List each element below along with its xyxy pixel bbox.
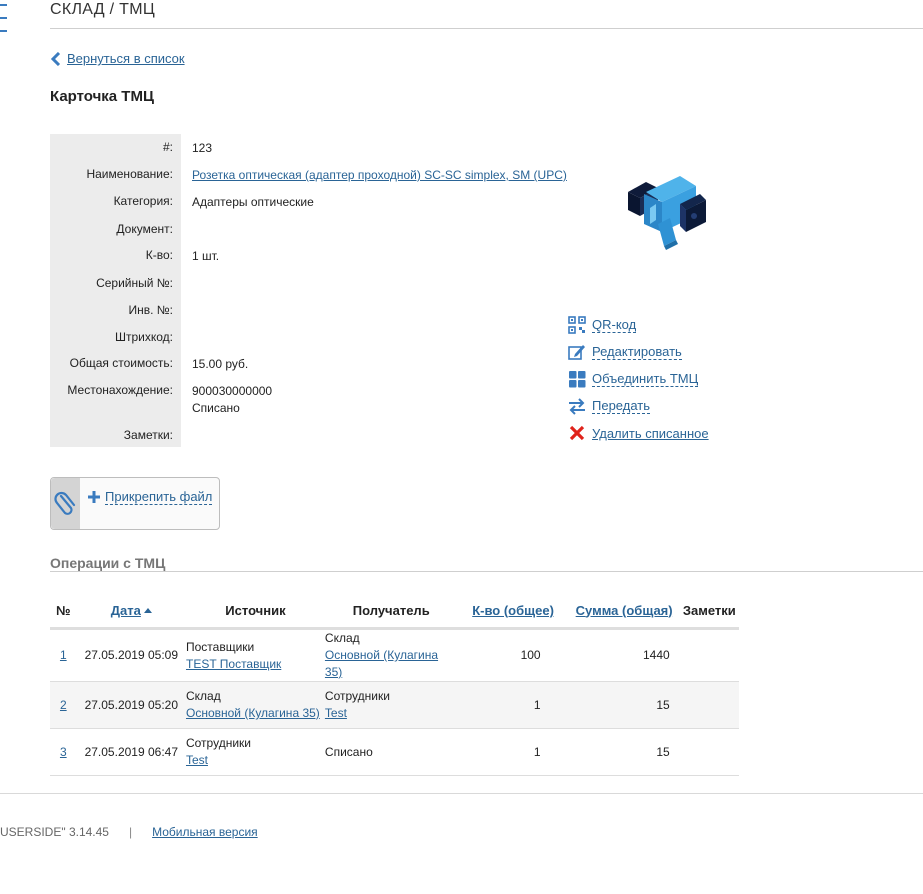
sort-asc-icon [143,607,152,613]
delete-icon [569,425,585,441]
item-name-link[interactable]: Розетка оптическая (адаптер проходной) S… [192,167,572,184]
operations-table: № Дата Источник Получатель К-во (общее) … [50,593,739,776]
edit-icon [568,345,585,360]
card-title: Карточка ТМЦ [50,88,154,105]
source-type: Поставщики [185,639,255,654]
col-receiver: Получатель [324,593,458,630]
operation-qty: 1 [457,681,569,729]
source-link[interactable]: TEST Поставщик [186,657,281,671]
edit-label[interactable]: Редактировать [592,344,682,360]
source-link[interactable]: Основной (Кулагина 35) [186,706,320,720]
receiver-link[interactable]: Основной (Кулагина 35) [325,648,438,679]
delete-written-off-action[interactable]: Удалить списанное [568,424,709,442]
version-text: USERSIDE" 3.14.45 [0,825,109,839]
transfer-label[interactable]: Передать [592,398,651,414]
operation-date: 27.05.2019 05:09 [76,628,186,682]
col-notes: Заметки [679,593,739,630]
footer-separator: | [128,825,133,839]
qr-code-action[interactable]: QR-код [568,316,637,334]
col-number: № [50,593,77,630]
paperclip-icon [54,491,76,515]
attachment-area [51,478,80,529]
operations-title: Операции с ТМЦ [50,555,166,571]
operations-divider [50,571,923,572]
table-header-row: № Дата Источник Получатель К-во (общее) … [50,593,739,630]
col-qty[interactable]: К-во (общее) [457,593,569,630]
page-title: СКЛАД / ТМЦ [50,1,155,18]
attach-file-box[interactable]: Прикрепить файл [50,477,220,530]
qr-code-icon [568,316,586,334]
operation-sum: 15 [568,728,680,776]
col-source: Источник [185,593,325,630]
source-type: Сотрудники [185,736,251,750]
menu-toggle-icon[interactable] [0,0,8,36]
table-row: 1 27.05.2019 05:09 Поставщики TEST Постав… [50,628,739,682]
product-image [628,176,706,250]
operation-notes [679,728,739,776]
transfer-icon [569,398,585,415]
qr-code-label[interactable]: QR-код [592,317,637,333]
operation-sum: 1440 [568,628,680,682]
merge-icon [569,371,586,388]
source-link[interactable]: Test [186,753,208,767]
operation-sum: 15 [568,681,680,729]
chevron-left-icon [50,51,61,66]
operation-number-link[interactable]: 2 [60,698,67,712]
table-row: 2 27.05.2019 05:20 Склад Основной (Кулаги… [50,681,739,729]
operation-date: 27.05.2019 05:20 [76,681,186,729]
edit-action[interactable]: Редактировать [568,343,682,361]
transfer-action[interactable]: Передать [568,397,651,415]
receiver-type: Списано [324,744,373,759]
attach-file-label[interactable]: Прикрепить файл [105,489,213,505]
operation-notes [679,628,739,682]
source-type: Склад [185,689,221,703]
back-link-label[interactable]: Вернуться в список [67,51,185,66]
mobile-version-link[interactable]: Мобильная версия [152,825,258,839]
operation-number-link[interactable]: 3 [60,745,67,759]
receiver-type: Склад [324,631,360,645]
col-date[interactable]: Дата [76,593,186,630]
footer: USERSIDE" 3.14.45 | Мобильная версия [0,825,258,839]
operation-notes [679,681,739,729]
table-row: 3 27.05.2019 06:47 Сотрудники Test Списан… [50,728,739,776]
col-sum[interactable]: Сумма (общая) [568,593,680,630]
merge-label[interactable]: Объединить ТМЦ [592,371,699,387]
footer-divider [0,793,923,794]
delete-written-off-label[interactable]: Удалить списанное [592,426,709,441]
plus-icon [88,491,100,503]
receiver-type: Сотрудники [324,689,390,703]
operation-qty: 100 [457,628,569,682]
title-divider [50,28,923,29]
operation-qty: 1 [457,728,569,776]
operation-date: 27.05.2019 06:47 [76,728,186,776]
receiver-link[interactable]: Test [325,706,347,720]
merge-action[interactable]: Объединить ТМЦ [568,370,699,388]
operation-number-link[interactable]: 1 [60,648,67,662]
attach-file-button[interactable]: Прикрепить файл [87,489,213,505]
back-to-list-link[interactable]: Вернуться в список [50,51,185,66]
